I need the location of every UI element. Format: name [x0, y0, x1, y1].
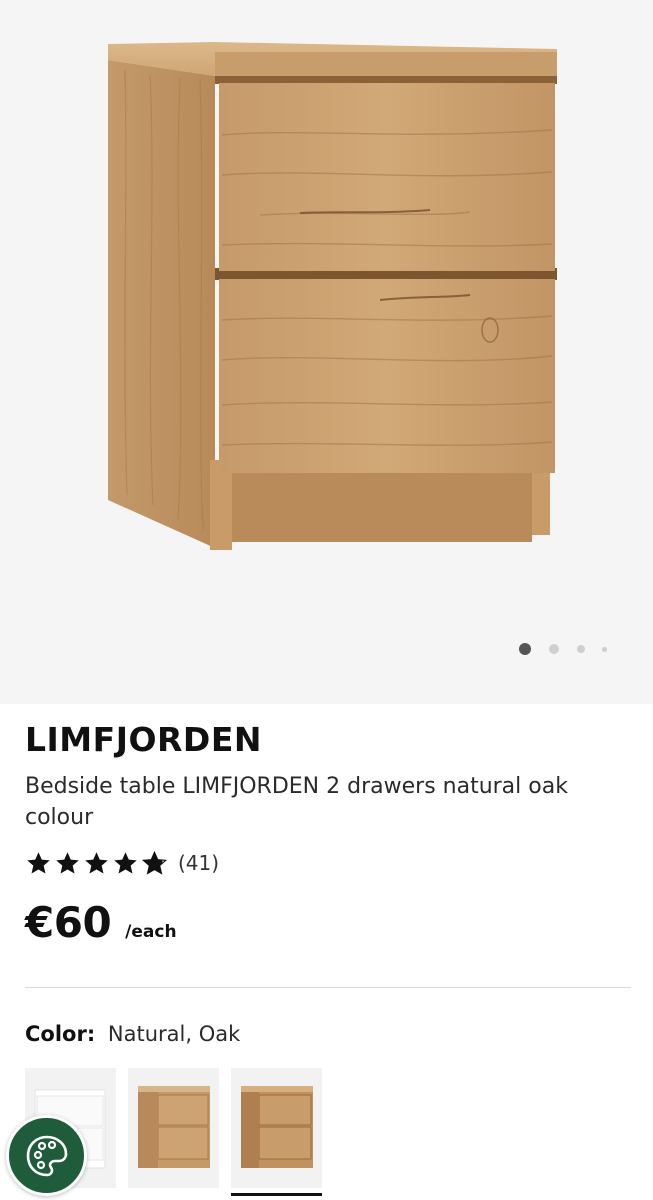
color-selection-label: Color: Natural, Oak [25, 1022, 631, 1046]
gallery-dot-2[interactable] [549, 644, 559, 654]
color-swatch-natural-oak[interactable] [231, 1068, 322, 1196]
color-label: Color: [25, 1022, 96, 1046]
bedside-table-oak-icon [241, 1086, 313, 1168]
bedside-table-image [108, 42, 557, 550]
star-full-icon [85, 851, 108, 874]
rating-stars [25, 850, 168, 877]
product-brand: LIMFJORDEN [25, 720, 262, 759]
product-description: Bedside table LIMFJORDEN 2 drawers natur… [25, 774, 568, 830]
star-full-icon [27, 851, 50, 874]
bedside-table-oak-icon [138, 1086, 210, 1168]
price-unit: /each [125, 922, 177, 942]
product-rating[interactable]: (41) [25, 848, 631, 878]
gallery-pagination[interactable] [0, 643, 653, 655]
review-count[interactable]: (41) [178, 851, 219, 875]
star-partial-icon [141, 850, 168, 875]
cookie-settings-button[interactable] [6, 1115, 87, 1196]
price-value: €60 [25, 898, 112, 947]
star-full-icon [114, 851, 137, 874]
color-value: Natural, Oak [107, 1022, 241, 1046]
gallery-dot-1[interactable] [519, 643, 531, 655]
cookie-palette-icon [26, 1135, 67, 1176]
gallery-dot-3[interactable] [577, 645, 585, 653]
section-divider [25, 987, 631, 988]
star-full-icon [56, 851, 79, 874]
color-swatch-oak[interactable] [128, 1068, 219, 1188]
gallery-dot-4[interactable] [602, 647, 607, 652]
product-price: €60 /each [25, 898, 631, 947]
product-image-gallery[interactable] [0, 0, 653, 704]
